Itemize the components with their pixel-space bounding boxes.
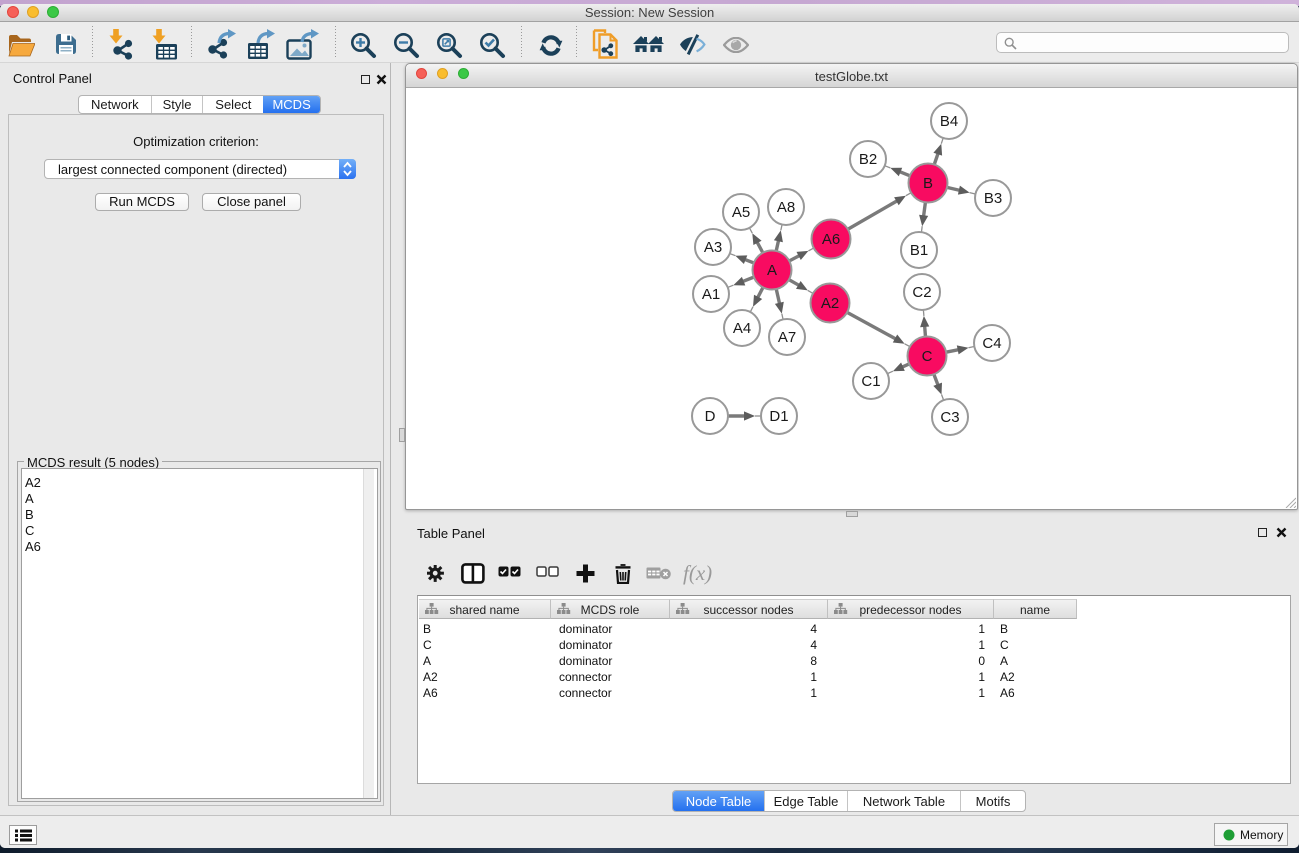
svg-text:A6: A6 (822, 231, 840, 248)
svg-text:A5: A5 (732, 204, 750, 221)
svg-text:A8: A8 (777, 199, 795, 216)
svg-text:D1: D1 (769, 408, 788, 425)
svg-text:A4: A4 (733, 320, 751, 337)
svg-text:A3: A3 (704, 239, 722, 256)
svg-text:D: D (705, 408, 716, 425)
svg-text:B: B (923, 175, 933, 192)
svg-text:C: C (922, 348, 933, 365)
svg-text:C3: C3 (940, 409, 959, 426)
svg-text:C2: C2 (912, 284, 931, 301)
svg-text:C1: C1 (861, 373, 880, 390)
svg-text:B4: B4 (940, 113, 958, 130)
svg-text:B1: B1 (910, 242, 928, 259)
svg-text:A: A (767, 262, 777, 279)
svg-text:A1: A1 (702, 286, 720, 303)
svg-text:A2: A2 (821, 295, 839, 312)
svg-text:B3: B3 (984, 190, 1002, 207)
svg-text:B2: B2 (859, 151, 877, 168)
svg-text:A7: A7 (778, 329, 796, 346)
svg-text:C4: C4 (982, 335, 1001, 352)
